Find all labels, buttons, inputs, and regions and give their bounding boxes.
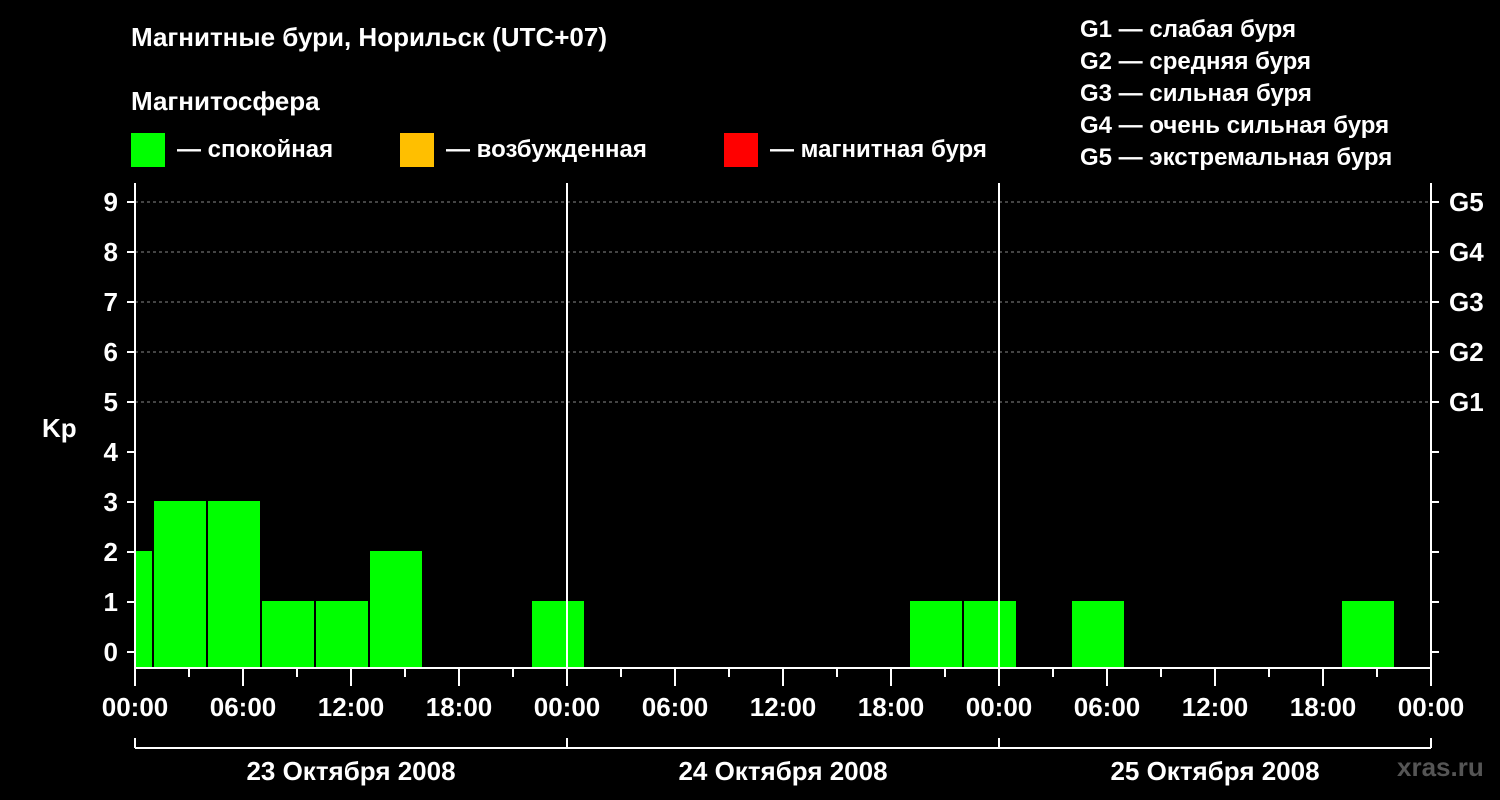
x-tick-label: 18:00 xyxy=(858,692,925,722)
y-axis-label: Kp xyxy=(42,413,77,443)
g-level-label: G2 xyxy=(1449,337,1484,367)
kp-bar xyxy=(154,501,206,668)
kp-bar xyxy=(316,601,368,668)
x-tick-label: 06:00 xyxy=(1074,692,1141,722)
g-level-label: G3 xyxy=(1449,287,1484,317)
kp-bar xyxy=(910,601,962,668)
kp-bar xyxy=(208,501,260,668)
g-level-label: G5 xyxy=(1449,187,1484,217)
x-tick-label: 06:00 xyxy=(210,692,277,722)
y-tick-label: 2 xyxy=(104,537,118,567)
kp-bar xyxy=(1072,601,1124,668)
g-level-label: G4 xyxy=(1449,237,1484,267)
x-tick-label: 18:00 xyxy=(426,692,493,722)
x-tick-label: 00:00 xyxy=(534,692,601,722)
y-tick-label: 5 xyxy=(104,387,118,417)
y-tick-label: 3 xyxy=(104,487,118,517)
kp-bar xyxy=(1342,601,1394,668)
x-tick-label: 12:00 xyxy=(750,692,817,722)
x-tick-label: 00:00 xyxy=(102,692,169,722)
x-tick-label: 00:00 xyxy=(1398,692,1465,722)
x-tick-label: 12:00 xyxy=(318,692,385,722)
x-tick-label: 00:00 xyxy=(966,692,1033,722)
watermark: xras.ru xyxy=(1397,752,1484,782)
kp-bar xyxy=(964,601,1016,668)
kp-bar xyxy=(136,551,152,668)
y-tick-label: 1 xyxy=(104,587,118,617)
x-tick-label: 06:00 xyxy=(642,692,709,722)
kp-bar xyxy=(370,551,422,668)
x-tick-label: 18:00 xyxy=(1290,692,1357,722)
y-tick-label: 6 xyxy=(104,337,118,367)
y-tick-label: 8 xyxy=(104,237,118,267)
kp-bar xyxy=(262,601,314,668)
day-label: 23 Октября 2008 xyxy=(246,756,455,786)
kp-bar xyxy=(532,601,584,668)
y-tick-label: 7 xyxy=(104,287,118,317)
g-level-label: G1 xyxy=(1449,387,1484,417)
day-label: 25 Октября 2008 xyxy=(1110,756,1319,786)
y-tick-label: 9 xyxy=(104,187,118,217)
y-tick-label: 0 xyxy=(104,637,118,667)
day-label: 24 Октября 2008 xyxy=(678,756,887,786)
y-tick-label: 4 xyxy=(104,437,119,467)
kp-chart: 0 1 2 3 4 5 6 7 8 9 G1 G2 G3 G4 G5 Kp 00:00 06:00 12:00 18:… xyxy=(42,183,1484,786)
x-tick-label: 12:00 xyxy=(1182,692,1249,722)
